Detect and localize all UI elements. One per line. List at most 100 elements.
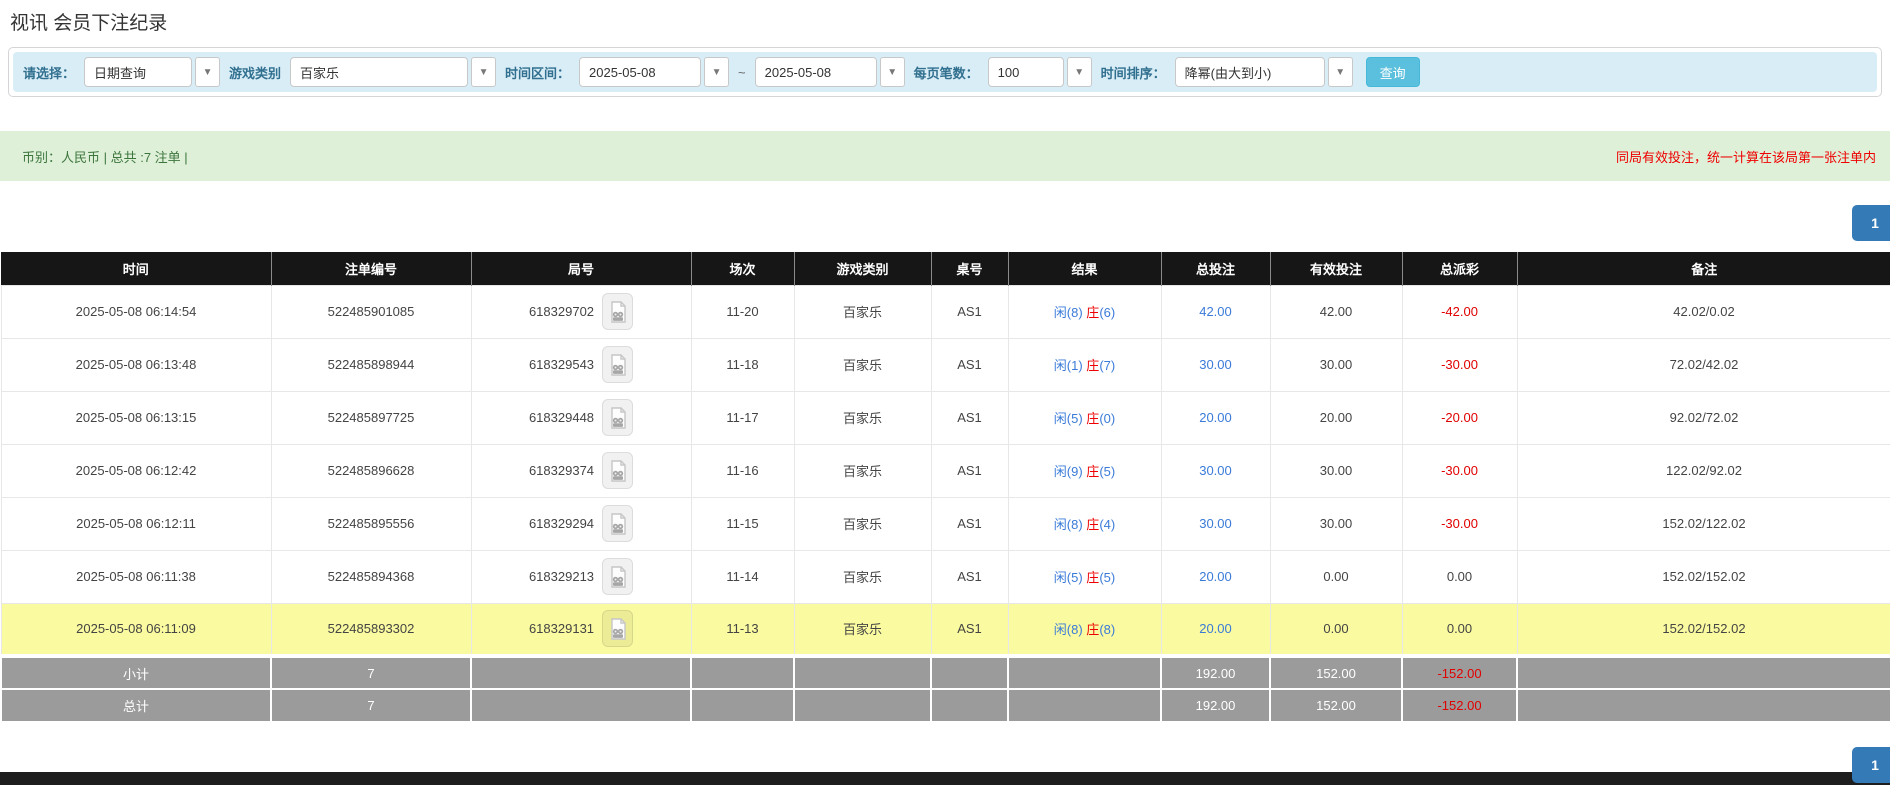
chevron-down-icon[interactable]: ▼ — [1066, 57, 1092, 87]
sum-count: 7 — [270, 654, 472, 690]
result-player: 闲(5) — [1053, 570, 1083, 585]
time-range-label: 时间区间： — [505, 65, 571, 81]
video-replay-button[interactable] — [602, 610, 634, 648]
video-replay-button[interactable] — [602, 452, 634, 489]
cell-total-bet: 20.00 — [1160, 549, 1271, 604]
video-replay-button[interactable] — [602, 558, 634, 595]
sum-valid-bet: 152.00 — [1269, 654, 1403, 690]
total-bet-link[interactable]: 20.00 — [1199, 569, 1232, 584]
video-replay-button[interactable] — [602, 346, 634, 383]
sum-session — [690, 654, 795, 690]
page-1-button[interactable]: 1 — [1852, 747, 1890, 783]
cell-table-no: AS1 — [930, 602, 1009, 657]
cell-time: 2025-05-08 06:14:54 — [0, 284, 272, 339]
cell-valid-bet: 0.00 — [1269, 549, 1403, 604]
sum-game — [793, 654, 932, 690]
cell-bet-id: 522485893302 — [270, 602, 472, 657]
cell-round-id: 618329294 — [470, 496, 692, 551]
search-button[interactable]: 查询 — [1365, 57, 1420, 87]
round-id: 618329448 — [528, 410, 595, 425]
date-from-value[interactable]: 2025-05-08 — [579, 57, 702, 87]
page-size-value[interactable]: 100 — [987, 57, 1064, 87]
video-replay-button[interactable] — [602, 399, 634, 436]
cell-result: 闲(8) 庄(4) — [1007, 496, 1162, 551]
cell-total-bet: 30.00 — [1160, 496, 1271, 551]
cell-valid-bet: 20.00 — [1269, 390, 1403, 445]
sum-label: 小计 — [0, 654, 272, 690]
cell-payout: -30.00 — [1401, 443, 1518, 498]
date-to-select[interactable]: 2025-05-08 ▼ — [754, 57, 905, 87]
result-player: 闲(9) — [1053, 464, 1083, 479]
cell-bet-id: 522485895556 — [270, 496, 472, 551]
result-player: 闲(1) — [1053, 358, 1083, 373]
cell-result: 闲(8) 庄(8) — [1007, 602, 1162, 657]
page-title: 视讯 会员下注纪录 — [10, 13, 168, 34]
valid-bet-notice: 同局有效投注，统一计算在该局第一张注单内 — [1615, 149, 1876, 165]
sort-order-value[interactable]: 降幂(由大到小) — [1174, 57, 1325, 87]
date-from-select[interactable]: 2025-05-08 ▼ — [579, 57, 730, 87]
game-type-value[interactable]: 百家乐 — [290, 57, 469, 87]
cell-session: 11-15 — [690, 496, 795, 551]
cell-payout: -30.00 — [1401, 337, 1518, 392]
cell-session: 11-14 — [690, 549, 795, 604]
chevron-down-icon[interactable]: ▼ — [704, 57, 730, 87]
sum-payout-value: -152.00 — [1437, 698, 1482, 713]
column-header: 注单编号 — [270, 252, 472, 285]
cell-result: 闲(8) 庄(6) — [1007, 284, 1162, 339]
game-type-select[interactable]: 百家乐 ▼ — [290, 57, 497, 87]
table-row: 2025-05-08 06:13:48 522485898944 618329543… — [0, 337, 1890, 392]
chevron-down-icon[interactable]: ▼ — [471, 57, 497, 87]
sum-count: 7 — [270, 688, 472, 723]
table-row: 2025-05-08 06:12:11 522485895556 618329294… — [0, 496, 1890, 551]
cell-time: 2025-05-08 06:13:48 — [0, 337, 272, 392]
page-size-select[interactable]: 100 ▼ — [987, 57, 1092, 87]
sort-order-select[interactable]: 降幂(由大到小) ▼ — [1174, 57, 1353, 87]
total-bet-link[interactable]: 20.00 — [1199, 621, 1232, 636]
cell-game-type: 百家乐 — [793, 549, 932, 604]
chevron-down-icon[interactable]: ▼ — [879, 57, 905, 87]
sum-session — [690, 688, 795, 723]
cell-remark: 72.02/42.02 — [1516, 337, 1890, 392]
round-id: 618329294 — [528, 516, 595, 531]
cell-payout: -42.00 — [1401, 284, 1518, 339]
video-replay-button[interactable] — [602, 505, 634, 542]
table-row: 2025-05-08 06:11:09 522485893302 618329131… — [0, 602, 1890, 657]
query-type-value[interactable]: 日期查询 — [84, 57, 193, 87]
chevron-down-icon[interactable]: ▼ — [1327, 57, 1353, 87]
cell-game-type: 百家乐 — [793, 443, 932, 498]
date-to-value[interactable]: 2025-05-08 — [754, 57, 877, 87]
cell-result: 闲(5) 庄(0) — [1007, 390, 1162, 445]
sum-round — [470, 654, 692, 690]
total-bet-link[interactable]: 30.00 — [1199, 516, 1232, 531]
video-icon — [610, 512, 626, 535]
cell-round-id: 618329374 — [470, 443, 692, 498]
cell-remark: 42.02/0.02 — [1516, 284, 1890, 339]
chevron-down-icon[interactable]: ▼ — [195, 57, 221, 87]
cell-valid-bet: 30.00 — [1269, 496, 1403, 551]
cell-remark: 122.02/92.02 — [1516, 443, 1890, 498]
cell-valid-bet: 0.00 — [1269, 602, 1403, 657]
total-bet-link[interactable]: 30.00 — [1199, 463, 1232, 478]
payout-value: -30.00 — [1441, 463, 1478, 478]
total-bet-link[interactable]: 30.00 — [1199, 357, 1232, 372]
total-bet-link[interactable]: 20.00 — [1199, 410, 1232, 425]
column-header: 游戏类别 — [793, 252, 932, 285]
cell-bet-id: 522485894368 — [270, 549, 472, 604]
total-bet-link[interactable]: 42.00 — [1199, 304, 1232, 319]
column-header: 总投注 — [1160, 252, 1271, 285]
page-1-button[interactable]: 1 — [1852, 205, 1890, 241]
column-header: 总派彩 — [1401, 252, 1518, 285]
filter-bar: 请选择： 日期查询 ▼ 游戏类别 百家乐 ▼ 时间区间： 2025-05-08 … — [13, 52, 1877, 92]
cell-time: 2025-05-08 06:12:42 — [0, 443, 272, 498]
result-player: 闲(8) — [1053, 305, 1083, 320]
column-header: 结果 — [1007, 252, 1162, 285]
cell-session: 11-18 — [690, 337, 795, 392]
round-id-wrap: 618329543 — [529, 346, 634, 383]
cell-total-bet: 20.00 — [1160, 390, 1271, 445]
query-type-select[interactable]: 日期查询 ▼ — [84, 57, 221, 87]
sum-result — [1007, 654, 1162, 690]
video-replay-button[interactable] — [602, 293, 634, 330]
cell-valid-bet: 42.00 — [1269, 284, 1403, 339]
round-id-wrap: 618329448 — [528, 399, 634, 436]
cell-valid-bet: 30.00 — [1269, 337, 1403, 392]
